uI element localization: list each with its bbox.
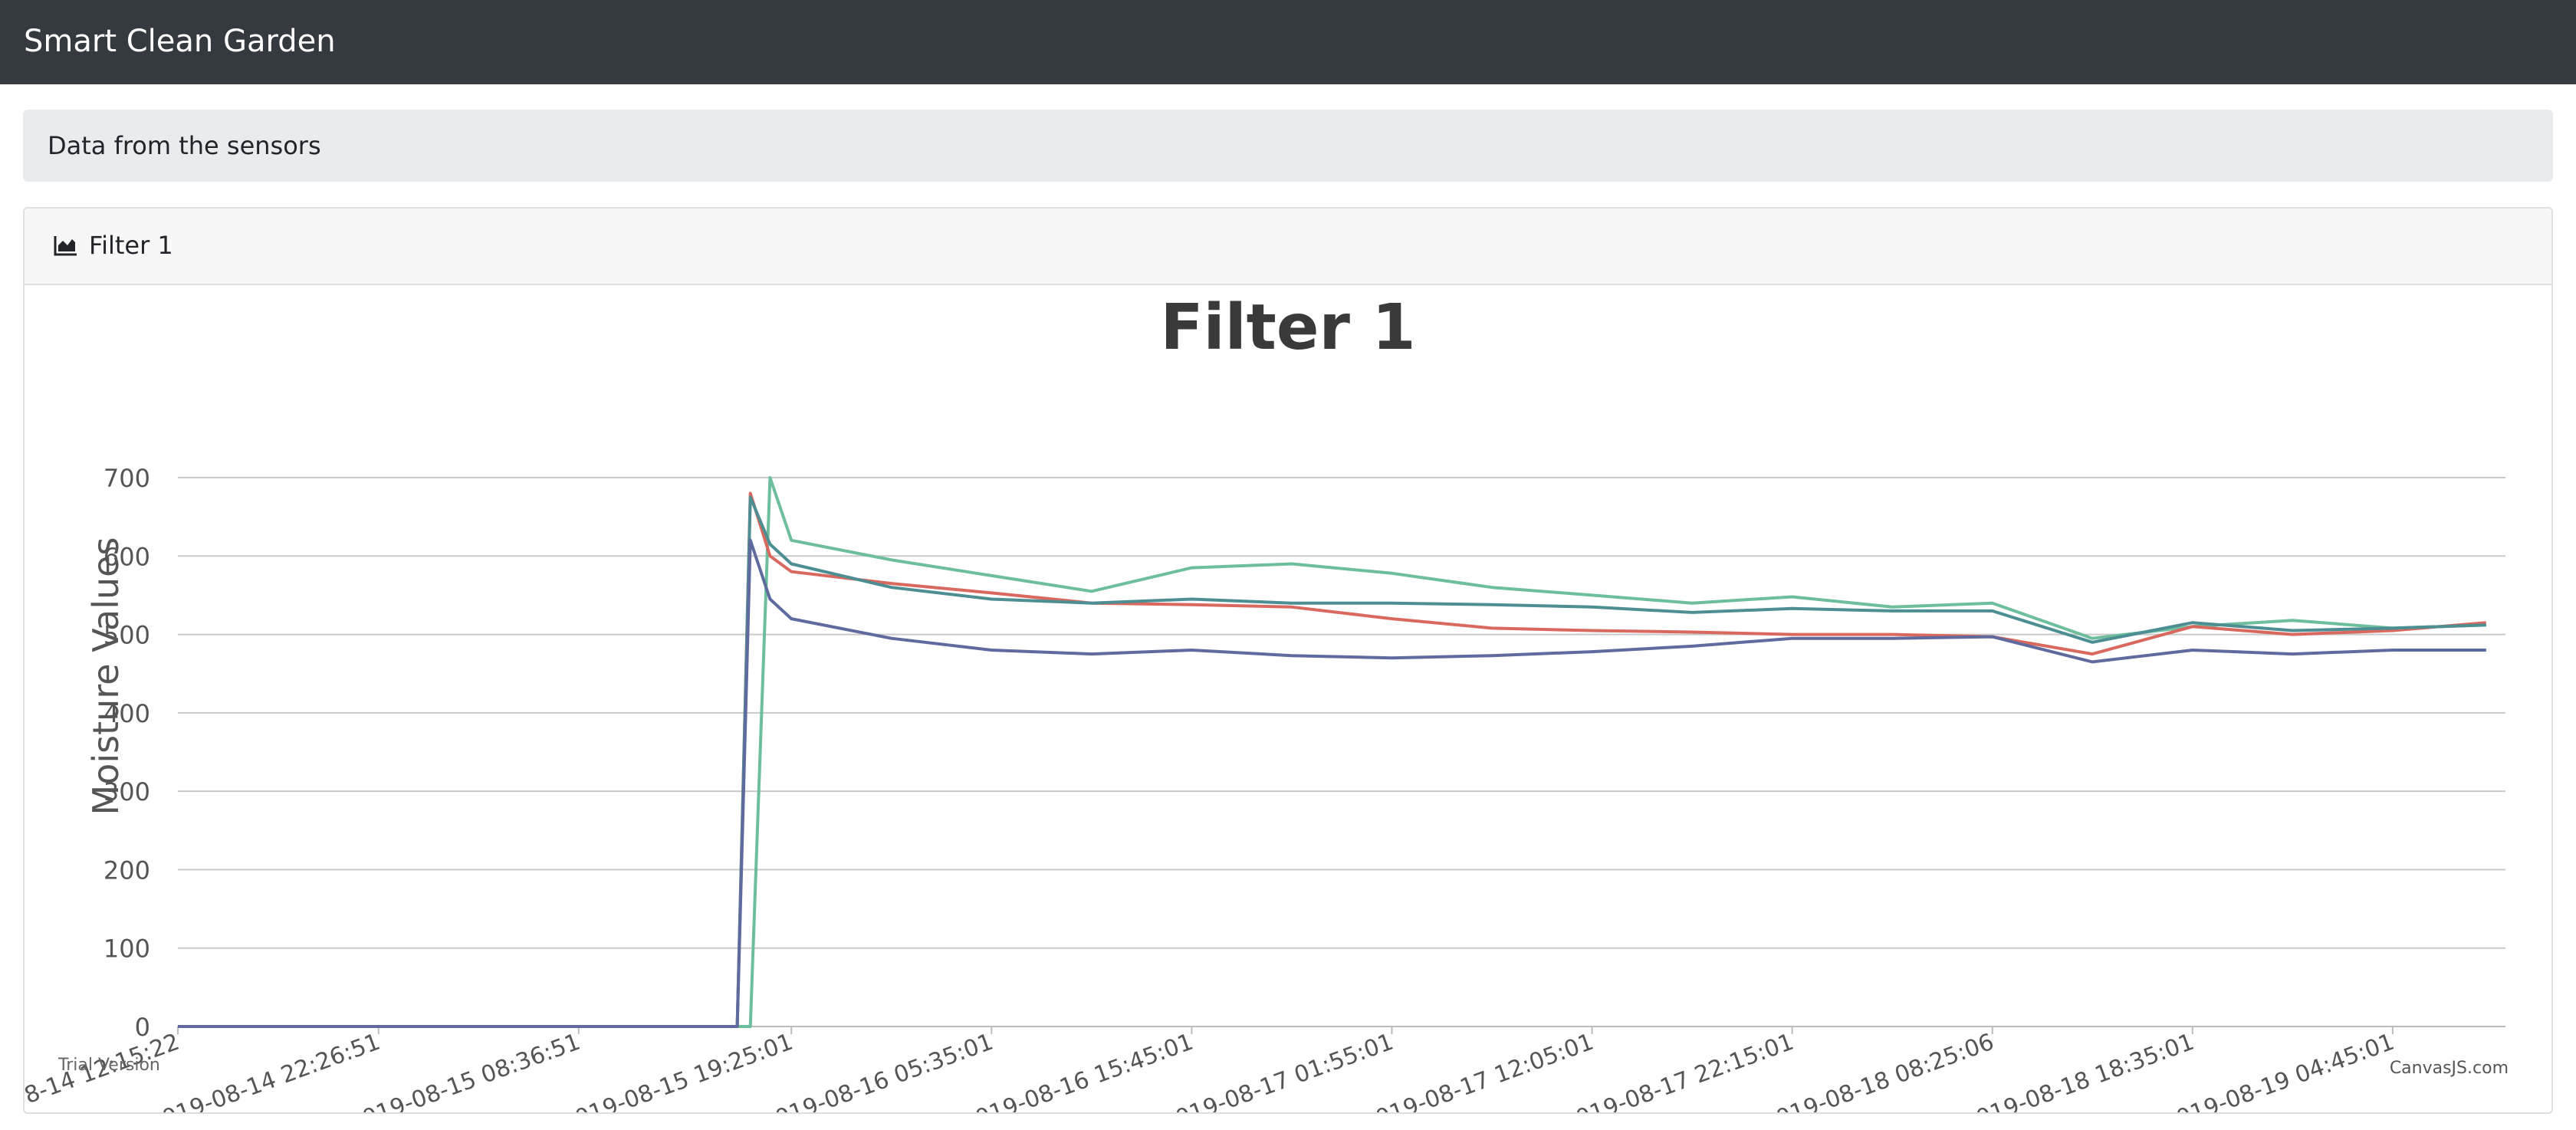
x-tick-label: 2019-08-18 08:25:06 <box>1759 1029 1997 1112</box>
area-chart-icon <box>54 235 78 256</box>
chart-title: Filter 1 <box>1160 291 1415 364</box>
x-tick-label: 2019-08-17 22:15:01 <box>1559 1029 1797 1112</box>
breadcrumb: Data from the sensors <box>23 110 2553 182</box>
x-tick-label: 2019-08-19 04:45:01 <box>2159 1029 2397 1112</box>
y-tick-label: 200 <box>104 856 150 885</box>
chart-svg: 0100200300400500600700 2019-08-14 12:15:… <box>25 291 2509 1112</box>
navbar-brand[interactable]: Smart Clean Garden <box>24 21 336 61</box>
y-tick-label: 100 <box>104 935 150 964</box>
top-navbar: Smart Clean Garden <box>0 0 2576 84</box>
y-tick-label: 700 <box>104 464 150 493</box>
x-tick-label: 2019-08-15 19:25:01 <box>558 1029 797 1112</box>
card-header-title: Filter 1 <box>89 231 173 260</box>
x-tick-label: 2019-08-14 22:26:51 <box>145 1029 383 1112</box>
canvasjs-credit-link[interactable]: CanvasJS.com <box>2390 1059 2509 1078</box>
series-line-2 <box>178 491 2486 1028</box>
chart-area: 0 100 200 300 400 500 600 700 2019-08-14 12:15:… <box>25 285 2551 1112</box>
card-header: Filter 1 <box>25 209 2551 285</box>
trial-version-label: Trial Version <box>58 1056 160 1075</box>
x-tick-label: 2019-08-16 15:45:01 <box>958 1029 1197 1112</box>
chart-card: Filter 1 0 100 200 300 400 500 600 700 2019-08-… <box>23 207 2553 1114</box>
x-tick-label: 2019-08-17 12:05:01 <box>1359 1029 1597 1112</box>
breadcrumb-text: Data from the sensors <box>48 131 321 160</box>
y-axis-label: Moisture Values <box>85 537 127 816</box>
x-tick-label: 2019-08-17 01:55:01 <box>1158 1029 1397 1112</box>
x-tick-label: 2019-08-18 18:35:01 <box>1959 1029 2197 1112</box>
series-line-3 <box>178 495 2486 1028</box>
x-tick-label: 2019-08-16 05:35:01 <box>758 1029 997 1112</box>
series-line-1 <box>178 476 2486 1028</box>
x-tick-label: 2019-08-15 08:36:51 <box>345 1029 583 1112</box>
